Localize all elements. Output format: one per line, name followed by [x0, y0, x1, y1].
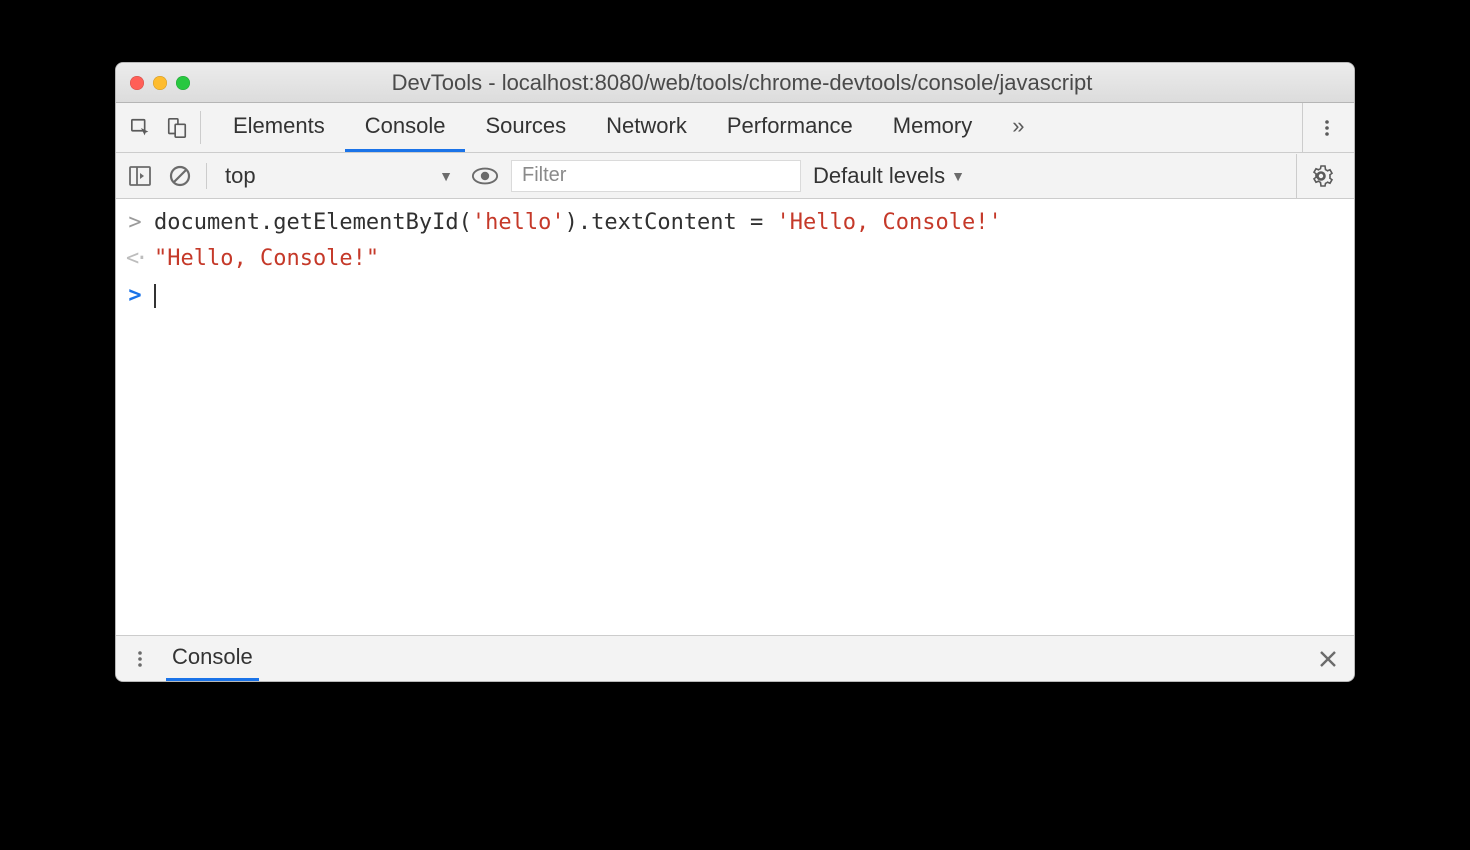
tab-performance[interactable]: Performance — [707, 103, 873, 152]
tab-elements[interactable]: Elements — [213, 103, 345, 152]
panel-tabs: Elements Console Sources Network Perform… — [213, 103, 1045, 152]
main-toolbar: Elements Console Sources Network Perform… — [116, 103, 1354, 153]
console-prompt-row[interactable]: > — [126, 278, 1344, 314]
live-expression-icon[interactable] — [471, 162, 499, 190]
console-input-row: > document.getElementById('hello').textC… — [126, 205, 1344, 241]
toggle-console-sidebar-icon[interactable] — [126, 162, 154, 190]
log-levels-selector[interactable]: Default levels ▼ — [813, 163, 965, 189]
console-settings-button[interactable] — [1296, 154, 1344, 198]
tab-memory[interactable]: Memory — [873, 103, 992, 152]
close-drawer-button[interactable] — [1318, 636, 1354, 681]
output-marker-icon: <· — [126, 241, 144, 277]
execution-context-selector[interactable]: top ▼ — [219, 163, 459, 189]
customize-devtools-button[interactable] — [1302, 103, 1350, 152]
tab-network[interactable]: Network — [586, 103, 707, 152]
console-result-row: <· "Hello, Console!" — [126, 241, 1344, 277]
window-title: DevTools - localhost:8080/web/tools/chro… — [144, 70, 1340, 96]
clear-console-icon[interactable] — [166, 162, 194, 190]
device-toolbar-icon[interactable] — [166, 117, 188, 139]
console-messages[interactable]: > document.getElementById('hello').textC… — [116, 199, 1354, 635]
tabs-overflow-button[interactable]: » — [992, 103, 1044, 152]
drawer: Console — [116, 635, 1354, 681]
tab-sources[interactable]: Sources — [465, 103, 586, 152]
console-input-code: document.getElementById('hello').textCon… — [154, 205, 1002, 241]
prompt-marker-icon: > — [126, 278, 144, 314]
console-toolbar: top ▼ Default levels ▼ — [116, 153, 1354, 199]
text-cursor — [154, 284, 156, 308]
toolbar-separator — [200, 111, 201, 144]
drawer-menu-button[interactable] — [130, 649, 150, 669]
log-levels-label: Default levels — [813, 163, 945, 189]
close-window-button[interactable] — [130, 76, 144, 90]
inspect-element-icon[interactable] — [130, 117, 152, 139]
tab-console[interactable]: Console — [345, 103, 466, 152]
filter-input[interactable] — [511, 160, 801, 192]
devtools-window: DevTools - localhost:8080/web/tools/chro… — [115, 62, 1355, 682]
subbar-separator — [206, 163, 207, 189]
window-titlebar: DevTools - localhost:8080/web/tools/chro… — [116, 63, 1354, 103]
console-result-value: "Hello, Console!" — [154, 241, 379, 277]
execution-context-label: top — [225, 163, 256, 189]
input-marker-icon: > — [126, 205, 144, 241]
chevron-down-icon: ▼ — [439, 168, 453, 184]
drawer-tab-console[interactable]: Console — [166, 636, 259, 681]
chevron-down-icon: ▼ — [951, 168, 965, 184]
